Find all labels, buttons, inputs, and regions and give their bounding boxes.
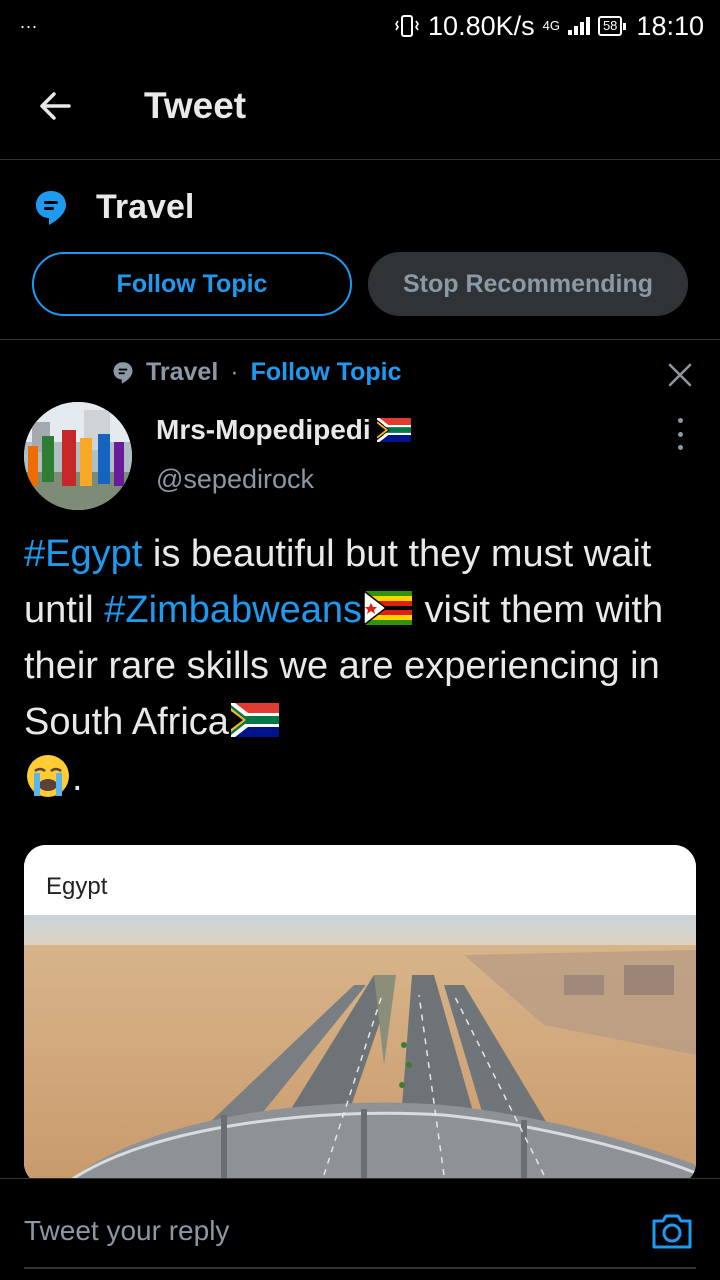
stop-recommending-button[interactable]: Stop Recommending xyxy=(368,252,688,316)
more-dot xyxy=(677,445,683,450)
reply-divider xyxy=(24,1267,696,1269)
hashtag-link[interactable]: #Egypt xyxy=(24,533,142,575)
author-name-row: Mrs-Mopedipedi xyxy=(156,414,413,446)
network-type: 4G xyxy=(542,18,560,33)
status-bar: ... 10.80K/s 4G 58 18:10 xyxy=(0,0,720,52)
avatar-image xyxy=(24,402,132,510)
back-button[interactable] xyxy=(0,52,110,159)
more-dot xyxy=(677,431,683,437)
signal-icon xyxy=(567,17,590,35)
notification-dots: ... xyxy=(20,11,39,32)
author-handle[interactable]: @sepedirock xyxy=(156,464,314,495)
topic-banner: Travel Follow Topic Stop Recommending xyxy=(0,160,720,340)
more-dot xyxy=(677,418,683,423)
hashtag-link[interactable]: #Zimbabweans xyxy=(104,589,362,631)
battery-icon: 58 xyxy=(597,16,627,36)
close-icon[interactable] xyxy=(665,360,695,390)
context-topic[interactable]: Travel xyxy=(146,358,218,387)
reply-input[interactable]: Tweet your reply xyxy=(24,1215,229,1247)
tweet-text: #Egypt is beautiful but they must wait u… xyxy=(24,526,700,806)
tweet-text-part: . xyxy=(72,757,83,799)
tweet-media[interactable]: Egypt xyxy=(24,845,696,1185)
topic-row: Travel xyxy=(34,188,194,227)
topic-name: Travel xyxy=(96,188,195,226)
page-title: Tweet xyxy=(144,84,247,126)
tweet-topic-context: Travel · Follow Topic xyxy=(112,358,402,387)
south-africa-flag-icon xyxy=(376,418,411,442)
reply-bar: Tweet your reply xyxy=(0,1178,720,1280)
topic-bubble-icon xyxy=(36,190,66,225)
context-separator: · xyxy=(230,358,239,386)
loudly-crying-face-icon xyxy=(27,754,69,797)
more-options-button[interactable] xyxy=(668,418,692,450)
media-caption: Egypt xyxy=(24,845,696,915)
top-app-bar: Tweet xyxy=(0,52,720,160)
network-speed: 10.80K/s xyxy=(428,10,535,41)
zimbabwe-flag-icon xyxy=(363,590,412,625)
context-follow-topic-link[interactable]: Follow Topic xyxy=(251,358,402,387)
author-name[interactable]: Mrs-Mopedipedi xyxy=(156,414,371,446)
clock: 18:10 xyxy=(636,10,704,41)
avatar[interactable] xyxy=(24,402,132,510)
status-icons: 10.80K/s 4G 58 18:10 xyxy=(394,11,704,42)
vibrate-icon xyxy=(395,15,419,37)
camera-icon[interactable] xyxy=(650,1211,694,1251)
battery-level: 58 xyxy=(602,18,618,33)
topic-bubble-icon xyxy=(113,361,133,384)
media-image xyxy=(24,915,696,1185)
south-africa-flag-icon xyxy=(230,702,279,737)
follow-topic-button[interactable]: Follow Topic xyxy=(32,252,352,316)
arrow-left-icon xyxy=(40,91,71,120)
